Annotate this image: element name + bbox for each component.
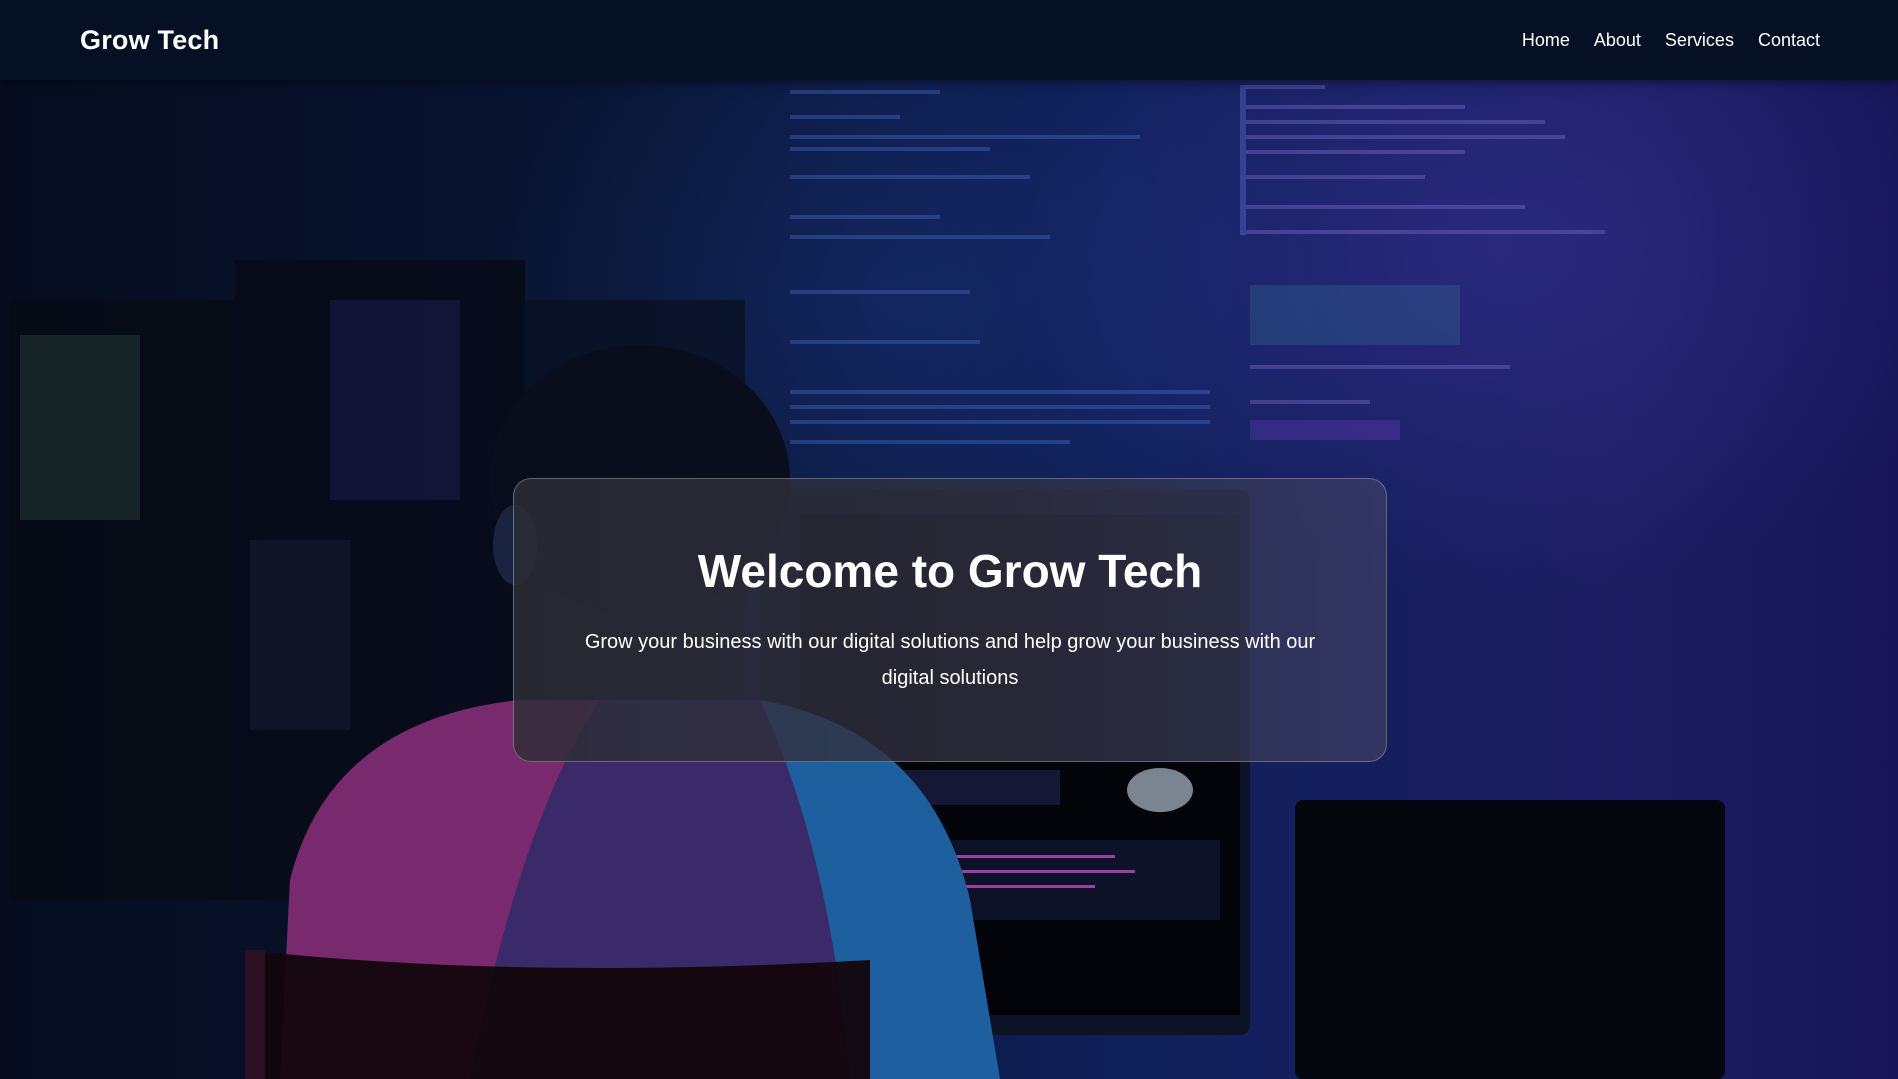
hero-card: Welcome to Grow Tech Grow your business …	[513, 478, 1387, 762]
hero-title: Welcome to Grow Tech	[697, 545, 1203, 597]
nav-link-services[interactable]: Services	[1665, 30, 1734, 51]
nav-link-about[interactable]: About	[1594, 30, 1641, 51]
hero-subtitle: Grow your business with our digital solu…	[584, 631, 1316, 689]
nav-links: Home About Services Contact	[1522, 30, 1820, 51]
nav-link-contact[interactable]: Contact	[1758, 30, 1820, 51]
navbar: Grow Tech Home About Services Contact	[0, 0, 1898, 80]
brand-logo[interactable]: Grow Tech	[80, 25, 219, 56]
nav-link-home[interactable]: Home	[1522, 30, 1570, 51]
